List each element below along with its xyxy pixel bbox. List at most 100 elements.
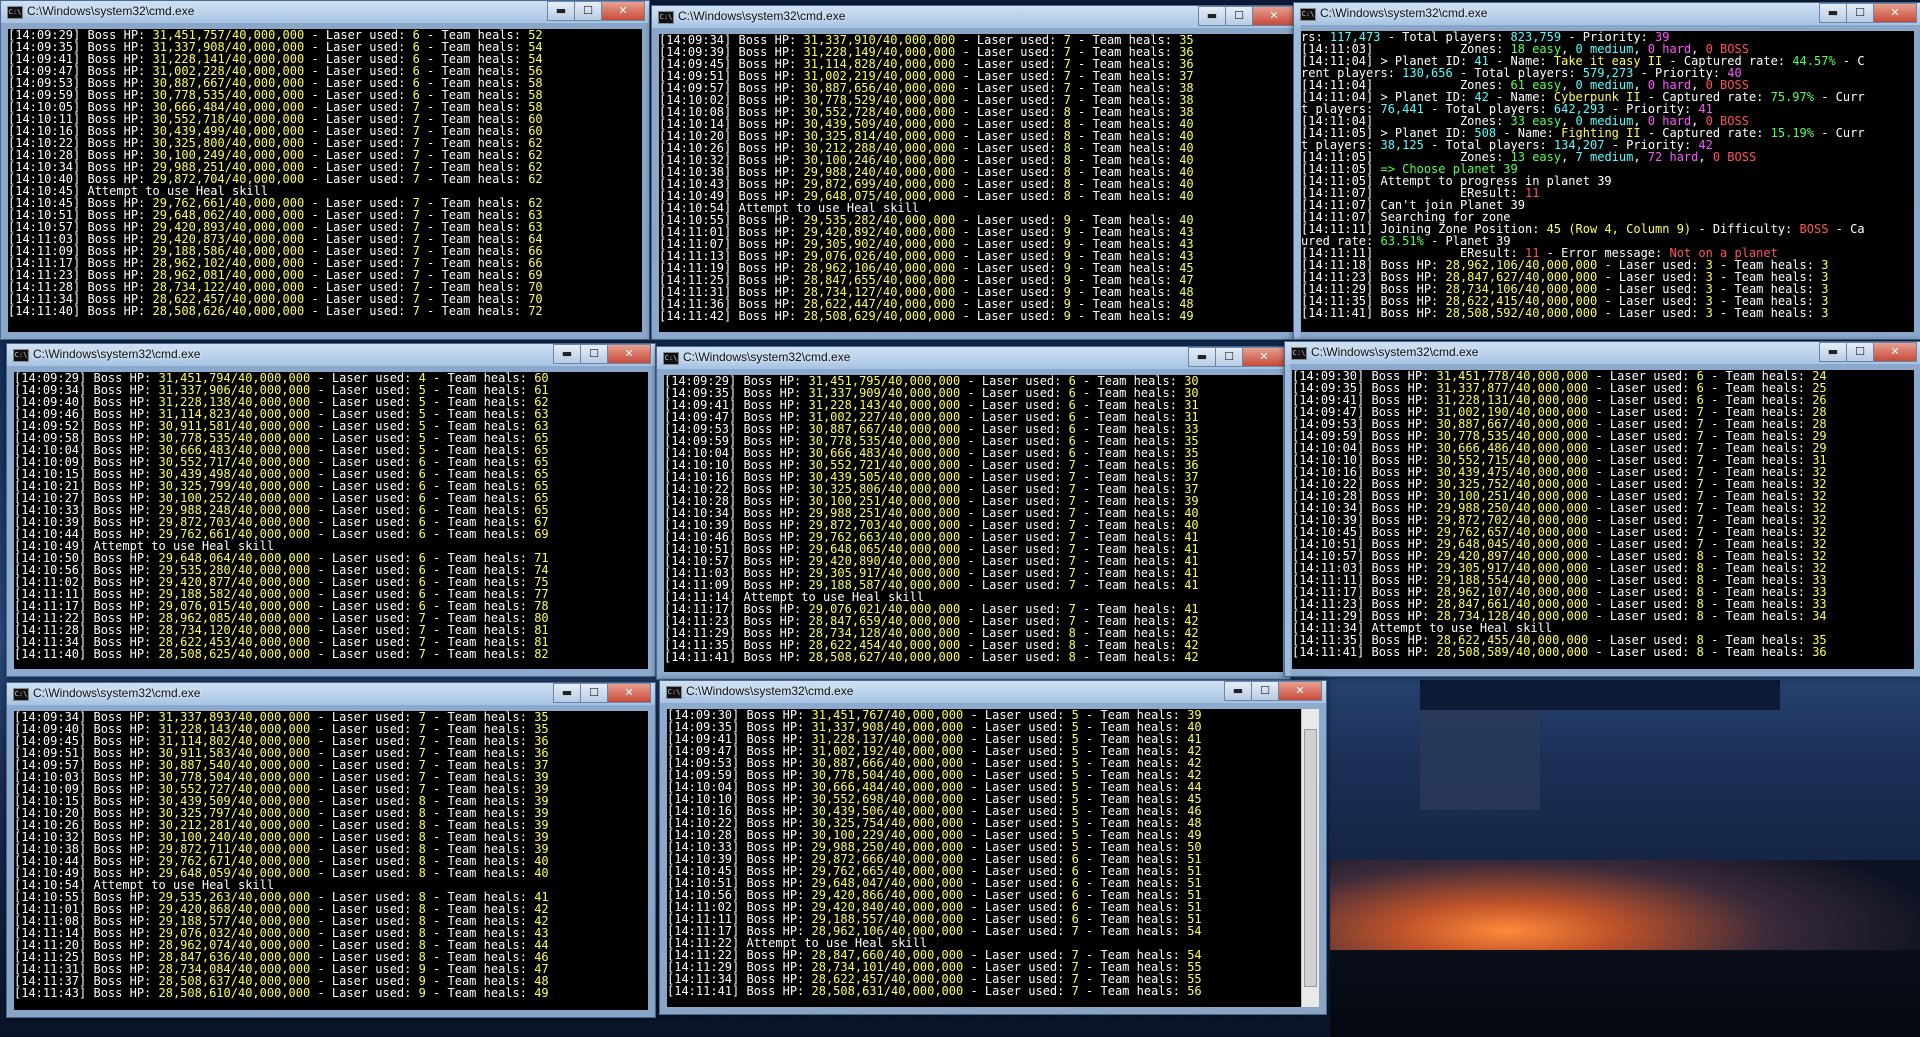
title-bar[interactable]: C:\ C:\Windows\system32\cmd.exe ▬ ☐ ✕ (1285, 342, 1920, 364)
console-text: - Ca (1828, 222, 1865, 236)
console-line: [14:11:41] Boss HP: 28,508,627/40,000,00… (664, 651, 1283, 663)
cmd-window-6[interactable]: C:\ C:\Windows\system32\cmd.exe ▬ ☐ ✕ [14:09:… (1284, 341, 1920, 677)
maximize-button[interactable]: ☐ (580, 683, 608, 703)
console-text: - Laser used: (955, 189, 1064, 203)
title-bar[interactable]: C:\ C:\Windows\system32\cmd.exe ▬ ☐ ✕ (1, 1, 649, 23)
console-text: 9 (418, 986, 426, 1000)
console-output: [14:09:30] Boss HP: 31,451,778/40,000,00… (1292, 370, 1914, 669)
close-button[interactable]: ✕ (601, 1, 645, 21)
console-text: - Team heals: (1075, 578, 1185, 592)
scrollbar-thumb[interactable] (1304, 729, 1317, 987)
vertical-scrollbar[interactable] (1301, 709, 1319, 1007)
console-text: [14:11:41] Boss HP: (1301, 306, 1446, 320)
console-text: 3 (1821, 306, 1829, 320)
console-text: 8 (1068, 650, 1076, 664)
cmd-icon: C:\ (1291, 347, 1307, 360)
close-button[interactable]: ✕ (607, 344, 651, 364)
console-text: 69 (534, 527, 549, 541)
console-output: [14:09:30] Boss HP: 31,451,767/40,000,00… (667, 709, 1302, 1007)
console-text: 15.19% (1770, 126, 1814, 140)
maximize-button[interactable]: ☐ (1225, 6, 1253, 26)
cmd-icon: C:\ (13, 688, 29, 701)
maximize-button[interactable]: ☐ (1846, 342, 1874, 362)
cmd-window-3[interactable]: C:\ C:\Windows\system32\cmd.exe ▬ ☐ ✕ rs: 117… (1293, 2, 1920, 340)
minimize-button[interactable]: ▬ (1188, 347, 1216, 367)
console-text: 62 (528, 172, 543, 186)
window-controls: ▬ ☐ ✕ (553, 683, 651, 703)
console-text: - Laser used: (310, 527, 419, 541)
close-button[interactable]: ✕ (1278, 681, 1322, 701)
console-text: 72 (528, 304, 543, 318)
cmd-icon: C:\ (658, 11, 674, 24)
console-text: 6 (418, 527, 426, 541)
console-text: 13 easy (1510, 150, 1562, 164)
minimize-button[interactable]: ▬ (1224, 681, 1252, 701)
cmd-window-7[interactable]: C:\ C:\Windows\system32\cmd.exe ▬ ☐ ✕ [14:09:… (6, 682, 656, 1018)
console-output: [14:09:29] Boss HP: 31,451,794/40,000,00… (14, 372, 648, 669)
console-text: 54 (1187, 924, 1202, 938)
cmd-window-5[interactable]: C:\ C:\Windows\system32\cmd.exe ▬ ☐ ✕ [14:09:… (656, 346, 1291, 680)
minimize-button[interactable]: ▬ (1819, 342, 1847, 362)
console-text: - Laser used: (310, 866, 419, 880)
console-text: - Team heals: (1078, 984, 1188, 998)
console-line: [14:11:41] Boss HP: 28,508,631/40,000,00… (667, 985, 1302, 997)
close-button[interactable]: ✕ (1873, 342, 1917, 362)
console-text: 7 (412, 172, 420, 186)
console-text: - Team heals: (1703, 609, 1813, 623)
console-text: 7 (1068, 578, 1076, 592)
maximize-button[interactable]: ☐ (580, 344, 608, 364)
console-text: - Team heals: (419, 172, 529, 186)
minimize-button[interactable]: ▬ (547, 1, 575, 21)
window-title: C:\Windows\system32\cmd.exe (33, 686, 201, 700)
console-text: 8 (1696, 645, 1704, 659)
console-text: 11 (1524, 186, 1540, 200)
title-bar[interactable]: C:\ C:\Windows\system32\cmd.exe ▬ ☐ ✕ (7, 683, 655, 705)
console-text: 41 (1184, 578, 1199, 592)
wallpaper-panel (1420, 710, 1540, 810)
maximize-button[interactable]: ☐ (574, 1, 602, 21)
minimize-button[interactable]: ▬ (1819, 3, 1847, 23)
title-bar[interactable]: C:\ C:\Windows\system32\cmd.exe ▬ ☐ ✕ (652, 6, 1300, 28)
console-text: 28,508,631/40,000,000 (811, 984, 964, 998)
cmd-window-1[interactable]: C:\ C:\Windows\system32\cmd.exe ▬ ☐ ✕ [14:09:… (0, 0, 650, 340)
console-text: - Laser used: (963, 924, 1072, 938)
maximize-button[interactable]: ☐ (1251, 681, 1279, 701)
console-text: [14:11:42] Boss HP: (659, 309, 804, 323)
maximize-button[interactable]: ☐ (1215, 347, 1243, 367)
console-text: 7 (412, 304, 420, 318)
console-line: [14:11:41] Boss HP: 28,508,589/40,000,00… (1292, 646, 1914, 658)
console-line: [14:11:40] Boss HP: 28,508,625/40,000,00… (14, 648, 648, 660)
cmd-icon: C:\ (663, 352, 679, 365)
console-line: [14:11:42] Boss HP: 28,508,629/40,000,00… (659, 310, 1293, 322)
console-text: - Team heals: (1712, 306, 1822, 320)
console-line: [14:11:43] Boss HP: 28,508,610/40,000,00… (14, 987, 648, 999)
title-bar[interactable]: C:\ C:\Windows\system32\cmd.exe ▬ ☐ ✕ (1294, 3, 1920, 25)
minimize-button[interactable]: ▬ (553, 344, 581, 364)
console-text: , (1633, 150, 1648, 164)
cmd-icon: C:\ (666, 686, 682, 699)
console-text: [14:11:41] Boss HP: (1292, 645, 1437, 659)
close-button[interactable]: ✕ (1873, 3, 1917, 23)
close-button[interactable]: ✕ (1242, 347, 1286, 367)
title-bar[interactable]: C:\ C:\Windows\system32\cmd.exe ▬ ☐ ✕ (657, 347, 1290, 369)
close-button[interactable]: ✕ (1252, 6, 1296, 26)
title-bar[interactable]: C:\ C:\Windows\system32\cmd.exe ▬ ☐ ✕ (7, 344, 655, 366)
window-title: C:\Windows\system32\cmd.exe (678, 9, 846, 23)
title-bar[interactable]: C:\ C:\Windows\system32\cmd.exe ▬ ☐ ✕ (660, 681, 1326, 703)
minimize-button[interactable]: ▬ (1198, 6, 1226, 26)
console-text: - Team heals: (425, 986, 535, 1000)
cmd-window-2[interactable]: C:\ C:\Windows\system32\cmd.exe ▬ ☐ ✕ [14:09:… (651, 5, 1301, 340)
cmd-icon: C:\ (13, 349, 29, 362)
cmd-window-4[interactable]: C:\ C:\Windows\system32\cmd.exe ▬ ☐ ✕ [14:09:… (6, 343, 656, 677)
console-text: - Difficulty: (1691, 222, 1800, 236)
window-title: C:\Windows\system32\cmd.exe (27, 4, 195, 18)
console-line: [14:11:40] Boss HP: 28,508,626/40,000,00… (8, 305, 642, 317)
minimize-button[interactable]: ▬ (553, 683, 581, 703)
console-output: [14:09:34] Boss HP: 31,337,910/40,000,00… (659, 34, 1293, 332)
cmd-window-8[interactable]: C:\ C:\Windows\system32\cmd.exe ▬ ☐ ✕ [14:09:… (659, 680, 1327, 1015)
maximize-button[interactable]: ☐ (1846, 3, 1874, 23)
cmd-icon: C:\ (7, 6, 23, 19)
wallpaper-strip (1420, 680, 1780, 710)
console-text: - Laser used: (1597, 306, 1706, 320)
close-button[interactable]: ✕ (607, 683, 651, 703)
